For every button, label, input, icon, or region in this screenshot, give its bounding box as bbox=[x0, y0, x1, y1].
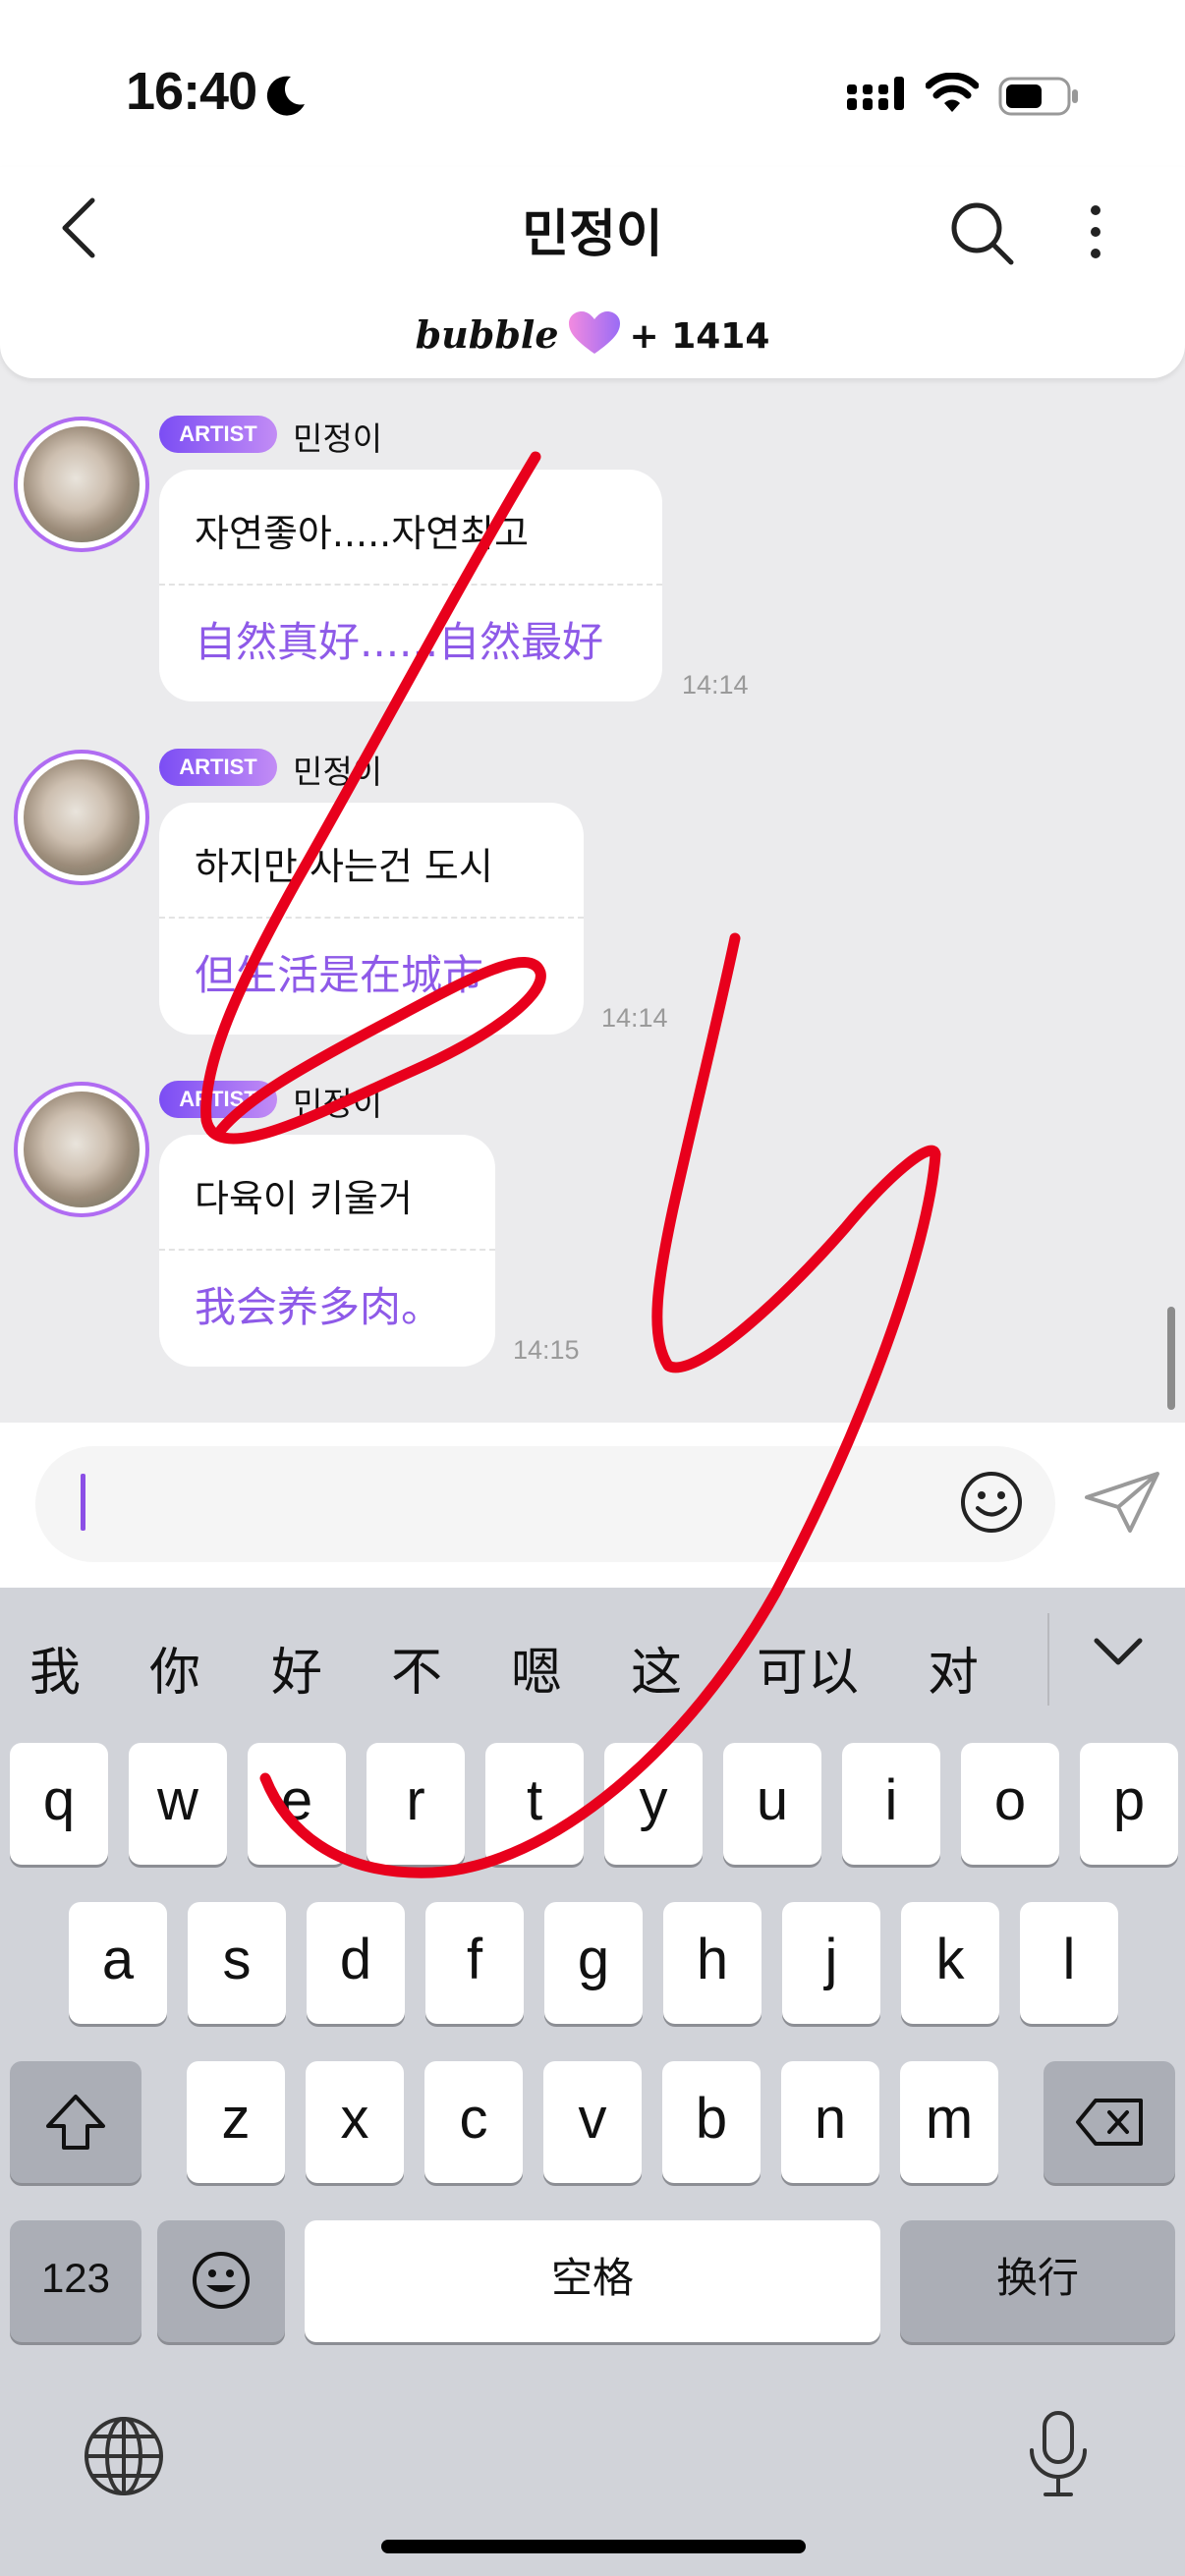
space-key[interactable]: 空格 bbox=[305, 2220, 880, 2342]
bubble-count: + 1414 bbox=[629, 316, 770, 357]
emoji-key[interactable] bbox=[157, 2220, 285, 2342]
message-korean: 자연좋아.....자연최고 bbox=[195, 512, 530, 555]
key-n[interactable]: n bbox=[781, 2061, 879, 2183]
key-j[interactable]: j bbox=[782, 1902, 880, 2024]
translation-divider bbox=[159, 917, 584, 919]
artist-badge: ARTIST bbox=[159, 1081, 277, 1118]
message-translation: 我会养多肉。 bbox=[195, 1283, 443, 1331]
message-korean: 다육이 키울거 bbox=[195, 1177, 413, 1220]
candidate-word[interactable]: 不 bbox=[391, 1631, 442, 1705]
message-translation: 自然真好......自然最好 bbox=[195, 618, 604, 666]
key-k[interactable]: k bbox=[901, 1902, 999, 2024]
message-input[interactable] bbox=[35, 1446, 1055, 1562]
key-q[interactable]: q bbox=[10, 1743, 108, 1865]
message-bubble[interactable]: 하지만 사는건 도시 但生活是在城市 bbox=[159, 803, 584, 1035]
key-b[interactable]: b bbox=[662, 2061, 761, 2183]
key-d[interactable]: d bbox=[307, 1902, 405, 2024]
globe-icon[interactable] bbox=[83, 2415, 165, 2497]
key-e[interactable]: e bbox=[248, 1743, 346, 1865]
paper-plane-icon[interactable] bbox=[1083, 1468, 1161, 1537]
candidate-word[interactable]: 我 bbox=[29, 1631, 81, 1705]
candidate-word[interactable]: 这 bbox=[631, 1631, 682, 1705]
smiley-icon[interactable] bbox=[959, 1470, 1024, 1535]
numbers-key[interactable]: 123 bbox=[10, 2220, 141, 2342]
key-h[interactable]: h bbox=[663, 1902, 762, 2024]
key-v[interactable]: v bbox=[543, 2061, 642, 2183]
key-w[interactable]: w bbox=[129, 1743, 227, 1865]
message-time: 14:14 bbox=[601, 1003, 668, 1033]
key-f[interactable]: f bbox=[425, 1902, 524, 2024]
sender-name: 민정이 bbox=[293, 1085, 383, 1123]
delete-icon bbox=[1076, 2099, 1143, 2146]
key-z[interactable]: z bbox=[187, 2061, 285, 2183]
key-y[interactable]: y bbox=[604, 1743, 703, 1865]
microphone-icon[interactable] bbox=[1026, 2409, 1091, 2499]
key-i[interactable]: i bbox=[842, 1743, 940, 1865]
candidate-word[interactable]: 可以 bbox=[757, 1631, 859, 1705]
candidate-word[interactable]: 好 bbox=[271, 1631, 322, 1705]
scrollbar[interactable] bbox=[1167, 1307, 1175, 1410]
candidate-separator bbox=[1047, 1613, 1049, 1706]
message-time: 14:14 bbox=[682, 670, 749, 700]
shift-key[interactable] bbox=[10, 2061, 141, 2183]
more-vertical-icon[interactable] bbox=[1086, 204, 1105, 259]
message-korean: 하지만 사는건 도시 bbox=[195, 845, 493, 888]
sender-name: 민정이 bbox=[293, 420, 383, 458]
delete-key[interactable] bbox=[1044, 2061, 1175, 2183]
key-m[interactable]: m bbox=[900, 2061, 998, 2183]
key-r[interactable]: r bbox=[367, 1743, 465, 1865]
candidate-word[interactable]: 你 bbox=[149, 1631, 200, 1705]
heart-icon bbox=[568, 311, 620, 354]
candidate-word[interactable]: 对 bbox=[928, 1631, 979, 1705]
key-o[interactable]: o bbox=[961, 1743, 1059, 1865]
status-time: 16:40 bbox=[126, 62, 257, 121]
shift-icon bbox=[46, 2095, 105, 2150]
message-translation: 但生活是在城市 bbox=[195, 951, 484, 999]
sender-name: 민정이 bbox=[293, 753, 383, 791]
candidate-word[interactable]: 嗯 bbox=[511, 1631, 562, 1705]
emoji-icon bbox=[193, 2252, 250, 2309]
bubble-logo: bubble bbox=[415, 312, 559, 357]
moon-icon bbox=[266, 76, 305, 116]
key-x[interactable]: x bbox=[306, 2061, 404, 2183]
avatar[interactable] bbox=[14, 417, 149, 552]
artist-badge: ARTIST bbox=[159, 416, 277, 453]
text-cursor bbox=[81, 1474, 85, 1531]
chevron-down-icon[interactable] bbox=[1093, 1635, 1144, 1668]
message-bubble[interactable]: 다육이 키울거 我会养多肉。 bbox=[159, 1135, 495, 1367]
battery-icon bbox=[998, 77, 1078, 116]
key-l[interactable]: l bbox=[1020, 1902, 1118, 2024]
key-p[interactable]: p bbox=[1080, 1743, 1178, 1865]
translation-divider bbox=[159, 1249, 495, 1251]
home-indicator bbox=[381, 2540, 806, 2553]
search-icon[interactable] bbox=[949, 200, 1016, 267]
signal-icon bbox=[847, 77, 904, 110]
key-t[interactable]: t bbox=[485, 1743, 584, 1865]
avatar[interactable] bbox=[14, 1082, 149, 1217]
artist-badge: ARTIST bbox=[159, 749, 277, 786]
key-a[interactable]: a bbox=[69, 1902, 167, 2024]
key-g[interactable]: g bbox=[544, 1902, 643, 2024]
bubble-bar[interactable]: bubble + 1414 bbox=[0, 310, 1185, 357]
translation-divider bbox=[159, 584, 662, 586]
key-u[interactable]: u bbox=[723, 1743, 821, 1865]
return-key[interactable]: 换行 bbox=[900, 2220, 1175, 2342]
message-bubble[interactable]: 자연좋아.....자연최고 自然真好......自然最好 bbox=[159, 470, 662, 701]
key-c[interactable]: c bbox=[424, 2061, 523, 2183]
message-time: 14:15 bbox=[513, 1335, 580, 1365]
key-s[interactable]: s bbox=[188, 1902, 286, 2024]
avatar[interactable] bbox=[14, 750, 149, 885]
wifi-icon bbox=[926, 73, 979, 112]
